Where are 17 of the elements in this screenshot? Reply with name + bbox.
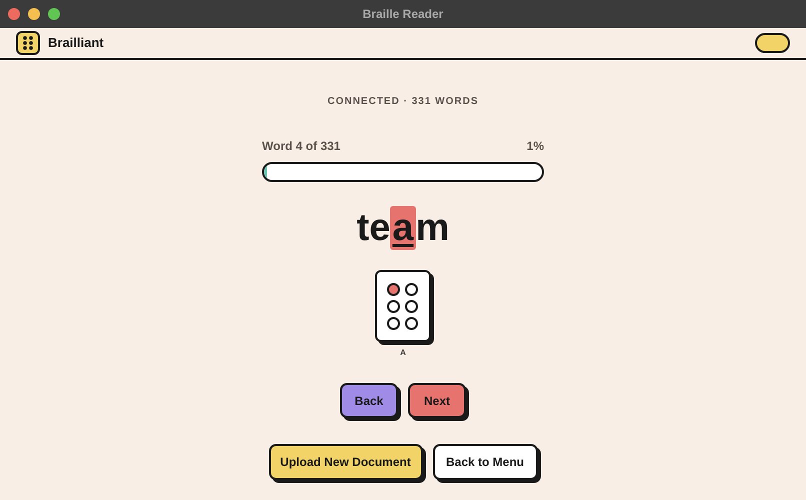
toggle-button[interactable] (755, 33, 790, 53)
braille-caption: A (400, 347, 406, 359)
next-button[interactable]: Next (408, 383, 466, 418)
progress-percent: 1% (526, 138, 544, 155)
status-text: CONNECTED · 331 WORDS (327, 95, 478, 109)
progress-label: Word 4 of 331 (262, 138, 340, 155)
back-button[interactable]: Back (340, 383, 398, 418)
window-title: Braille Reader (362, 6, 444, 23)
zoom-icon[interactable] (48, 8, 60, 20)
close-icon[interactable] (8, 8, 20, 20)
word-letter: t (356, 206, 370, 250)
logo-icon (16, 31, 40, 55)
minimize-icon[interactable] (28, 8, 40, 20)
word-letter: a (390, 206, 416, 250)
app-name: Brailliant (48, 34, 104, 52)
word-letter: m (416, 206, 450, 250)
word-letter: e (369, 206, 390, 250)
